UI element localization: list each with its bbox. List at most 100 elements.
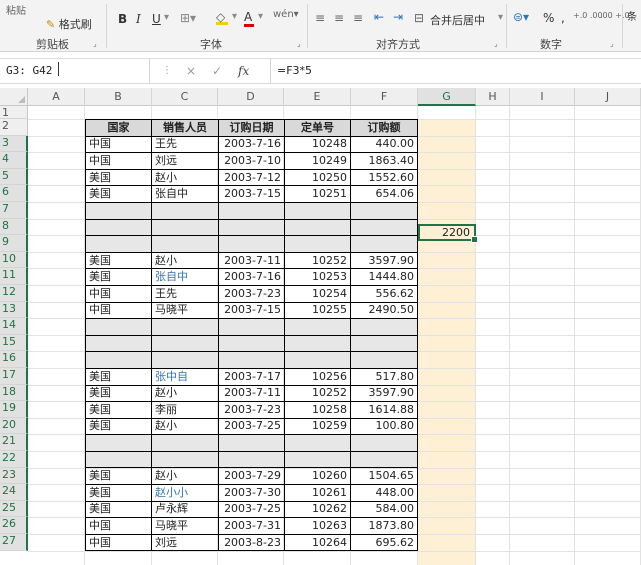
table-cell[interactable]: 2003-7-23 [218, 284, 285, 303]
blank-cell[interactable] [350, 201, 418, 220]
merge-center-button[interactable]: 合并后居中 [430, 12, 485, 28]
table-cell[interactable]: 10255 [284, 301, 351, 320]
decrease-indent-icon[interactable]: ⇤ [374, 10, 384, 24]
table-cell[interactable]: 10259 [284, 417, 351, 436]
column-header-cell[interactable]: 销售人员 [151, 119, 219, 137]
blank-cell[interactable] [218, 334, 285, 353]
align-left-icon[interactable]: ≡ [315, 11, 325, 25]
table-cell[interactable]: 448.00 [350, 484, 418, 502]
table-cell[interactable]: 2003-7-16 [218, 268, 285, 286]
table-cell[interactable]: 2003-7-11 [218, 384, 285, 403]
blank-cell[interactable] [151, 434, 219, 452]
blank-cell[interactable] [218, 434, 285, 452]
row-header[interactable]: 8 [0, 218, 28, 236]
blank-cell[interactable] [151, 201, 219, 220]
column-header-cell[interactable]: 定单号 [284, 119, 351, 137]
blank-cell[interactable] [85, 450, 152, 469]
column-header[interactable]: H [476, 88, 510, 106]
table-cell[interactable]: 中国 [85, 135, 152, 154]
row-header[interactable]: 4 [0, 152, 28, 169]
row-header[interactable]: 20 [0, 417, 28, 435]
decrease-decimal-button[interactable]: .00 +.0 [600, 11, 630, 20]
blank-cell[interactable] [350, 318, 418, 336]
row-header[interactable]: 16 [0, 351, 28, 368]
worksheet-grid[interactable]: ABCDEFGHIJ 1 2 3 4 5 6 7 8 9 10 11 12 13 14 15 16 17 18 19… [0, 88, 641, 565]
table-cell[interactable]: 2003-7-30 [218, 484, 285, 502]
blank-cell[interactable] [284, 201, 351, 220]
name-box[interactable]: G3: G42 [0, 59, 150, 83]
underline-dropdown-icon[interactable]: ▾ [164, 12, 169, 23]
table-cell[interactable]: 中国 [85, 533, 152, 552]
blank-cell[interactable] [284, 450, 351, 469]
fill-color-dropdown-icon[interactable]: ▾ [232, 11, 237, 22]
table-cell[interactable]: 10256 [284, 367, 351, 386]
blank-cell[interactable] [85, 235, 152, 253]
format-painter-button[interactable]: ✎ 格式刷 [46, 16, 92, 32]
table-cell[interactable]: 美国 [85, 185, 152, 203]
row-header[interactable]: 1 [0, 106, 28, 119]
clipboard-launcher-icon[interactable]: ⌟ [93, 39, 97, 48]
row-header[interactable]: 14 [0, 318, 28, 335]
table-cell[interactable]: 654.06 [350, 185, 418, 203]
merge-icon[interactable]: ⊟ [414, 11, 424, 25]
underline-button[interactable]: U [152, 12, 161, 26]
blank-cell[interactable] [218, 201, 285, 220]
table-cell[interactable]: 10250 [284, 168, 351, 187]
table-cell[interactable]: 美国 [85, 384, 152, 403]
row-header[interactable]: 3 [0, 135, 28, 153]
column-header[interactable]: B [85, 88, 152, 106]
font-color-dropdown-icon[interactable]: ▾ [258, 11, 263, 22]
row-header[interactable]: 15 [0, 334, 28, 352]
enter-icon[interactable]: ✓ [212, 59, 222, 83]
row-header[interactable]: 25 [0, 500, 28, 518]
table-cell[interactable]: 10261 [284, 484, 351, 502]
column-header-cell[interactable]: 订购日期 [218, 119, 285, 137]
table-cell[interactable]: 刘远 [151, 152, 219, 170]
row-header[interactable]: 12 [0, 285, 28, 302]
blank-cell[interactable] [151, 351, 219, 369]
table-cell[interactable]: 王先 [151, 135, 219, 154]
blank-cell[interactable] [85, 218, 152, 237]
table-cell[interactable]: 517.80 [350, 367, 418, 386]
table-cell[interactable]: 2003-8-23 [218, 533, 285, 552]
table-cell[interactable]: 10253 [284, 268, 351, 286]
blank-cell[interactable] [151, 318, 219, 336]
blank-cell[interactable] [85, 334, 152, 353]
blank-cell[interactable] [85, 201, 152, 220]
table-cell[interactable]: 3597.90 [350, 384, 418, 403]
cancel-icon[interactable]: × [186, 59, 196, 83]
row-header[interactable]: 19 [0, 401, 28, 418]
column-header[interactable]: C [152, 88, 218, 106]
blank-cell[interactable] [284, 218, 351, 237]
table-cell[interactable]: 1552.60 [350, 168, 418, 187]
blank-cell[interactable] [350, 450, 418, 469]
font-launcher-icon[interactable]: ⌟ [297, 39, 301, 48]
table-cell[interactable]: 卢永辉 [151, 500, 219, 519]
blank-cell[interactable] [151, 334, 219, 353]
table-cell[interactable]: 赵小 [151, 467, 219, 486]
blank-cell[interactable] [218, 318, 285, 336]
table-cell[interactable]: 美国 [85, 168, 152, 187]
table-cell[interactable]: 2003-7-15 [218, 301, 285, 320]
row-header[interactable]: 27 [0, 534, 28, 551]
align-center-icon[interactable]: ≡ [334, 11, 344, 25]
blank-cell[interactable] [85, 434, 152, 452]
column-header[interactable]: E [284, 88, 351, 106]
row-header[interactable]: 9 [0, 235, 28, 252]
table-cell[interactable]: 10251 [284, 185, 351, 203]
blank-cell[interactable] [218, 235, 285, 253]
row-header[interactable]: 10 [0, 251, 28, 269]
blank-cell[interactable] [85, 318, 152, 336]
table-cell[interactable]: 2003-7-29 [218, 467, 285, 486]
merge-dropdown-icon[interactable]: ▾ [498, 12, 503, 23]
italic-button[interactable]: I [136, 12, 141, 26]
table-cell[interactable]: 张自中 [151, 268, 219, 286]
table-cell[interactable]: 3597.90 [350, 251, 418, 270]
table-cell[interactable]: 100.80 [350, 417, 418, 436]
table-cell[interactable]: 中国 [85, 301, 152, 320]
table-cell[interactable]: 张自中 [151, 185, 219, 203]
blank-cell[interactable] [218, 351, 285, 369]
blank-cell[interactable] [218, 450, 285, 469]
fill-color-icon[interactable]: ◇ [216, 10, 228, 25]
table-cell[interactable]: 10258 [284, 401, 351, 419]
